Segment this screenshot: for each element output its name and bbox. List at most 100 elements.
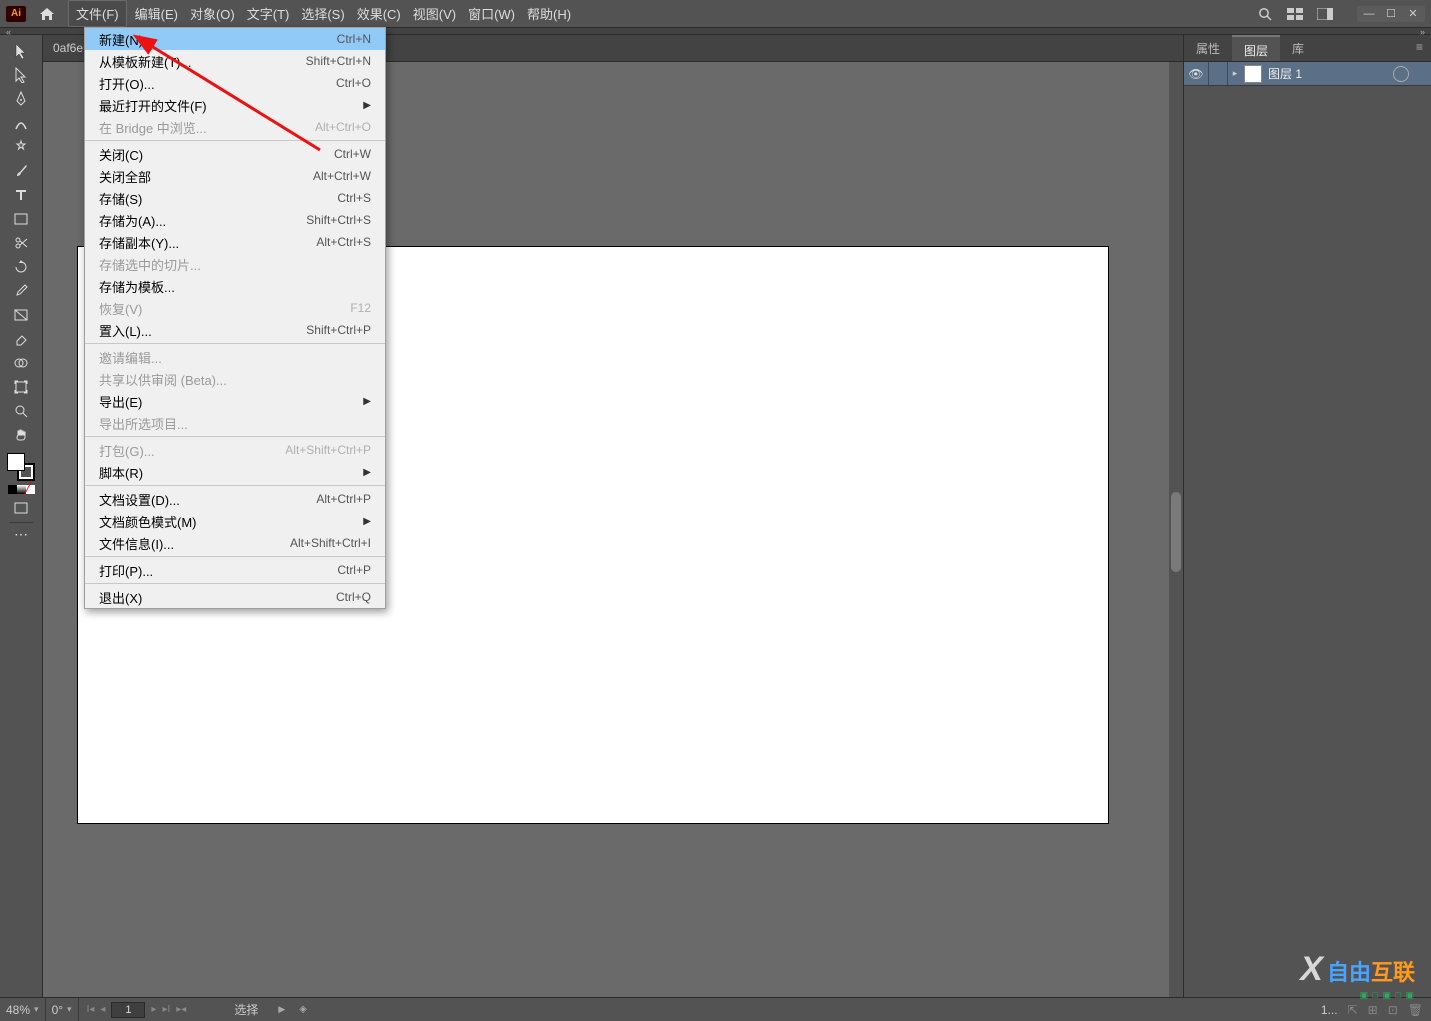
vertical-scrollbar[interactable] [1169,62,1183,997]
brush-tool[interactable] [9,161,33,181]
rotation-field[interactable]: 0°▾ [46,998,79,1021]
file-menu-item-8[interactable]: 存储(S)Ctrl+S [85,187,385,209]
file-menu-item-7[interactable]: 关闭全部Alt+Ctrl+W [85,165,385,187]
artboard-nav-button[interactable]: ▸◂ [176,1004,186,1015]
panel-menu-icon[interactable]: ≡ [1408,35,1431,61]
file-menu-item-6[interactable]: 关闭(C)Ctrl+W [85,143,385,165]
file-menu-item-10[interactable]: 存储副本(Y)...Alt+Ctrl+S [85,231,385,253]
menu-item-shortcut: Ctrl+S [337,191,371,205]
layer-name[interactable]: 图层 1 [1268,65,1393,82]
menu-separator [85,140,385,141]
artboard-number-input[interactable] [111,1002,145,1018]
hand-tool[interactable] [9,425,33,445]
status-bar: 48%▾ 0°▾ I◂ ◂ ▸ ▸I ▸◂ 选择 ▶ ◈ 1... ⇱ ⊞ ⊡ … [0,997,1431,1021]
artboard-tool[interactable] [9,377,33,397]
rotate-tool[interactable] [9,257,33,277]
file-menu-item-25[interactable]: 文档颜色模式(M)▶ [85,510,385,532]
menu-item-shortcut: Alt+Ctrl+W [313,169,371,183]
eyedropper-tool[interactable] [9,281,33,301]
shapebuilder-tool[interactable] [9,353,33,373]
menubar-item-2[interactable]: 对象(O) [186,0,239,27]
file-menu-item-22[interactable]: 脚本(R)▶ [85,461,385,483]
status-icon-1[interactable]: ⇱ [1348,1003,1358,1017]
menu-item-shortcut: Alt+Ctrl+S [316,235,371,249]
menubar-item-7[interactable]: 窗口(W) [464,0,519,27]
chevron-left-icon[interactable]: « [6,27,11,37]
minimize-button[interactable]: — [1359,7,1379,21]
status-triangle-icon[interactable]: ▶ [278,1004,285,1015]
menubar-item-8[interactable]: 帮助(H) [523,0,575,27]
file-menu-item-2[interactable]: 打开(O)...Ctrl+O [85,72,385,94]
magic-wand-tool[interactable] [9,137,33,157]
lock-column[interactable] [1208,62,1228,85]
home-icon[interactable] [36,5,58,23]
window-controls: — ☐ ✕ [1357,6,1425,22]
next-artboard-button[interactable]: ▸ [151,1004,156,1015]
direct-selection-tool[interactable] [9,65,33,85]
status-icon-3[interactable]: ⊡ [1388,1003,1398,1017]
file-menu-item-9[interactable]: 存储为(A)...Shift+Ctrl+S [85,209,385,231]
scissors-tool[interactable] [9,233,33,253]
screen-mode-tool[interactable] [9,498,33,518]
prev-artboard-button[interactable]: ◂ [100,1004,105,1015]
target-icon[interactable] [1393,66,1409,82]
normal-color-icon[interactable] [8,485,17,494]
fill-stroke-swatch[interactable] [7,453,35,481]
menu-item-label: 邀请编辑... [99,348,371,367]
panel-tab-2[interactable]: 库 [1280,35,1316,61]
file-menu-item-24[interactable]: 文档设置(D)...Alt+Ctrl+P [85,488,385,510]
menu-item-shortcut: Shift+Ctrl+S [306,213,371,227]
menu-item-label: 存储为模板... [99,277,371,296]
menu-item-label: 存储为(A)... [99,211,306,230]
menubar-item-5[interactable]: 效果(C) [353,0,405,27]
status-icon-2[interactable]: ⊞ [1368,1003,1378,1017]
panel-tab-1[interactable]: 图层 [1232,35,1280,61]
file-menu-item-28[interactable]: 打印(P)...Ctrl+P [85,559,385,581]
layer-row[interactable]: 👁 ▸ 图层 1 [1184,62,1431,86]
gradient-tool[interactable] [9,305,33,325]
expand-toggle-icon[interactable]: ▸ [1228,68,1242,79]
file-menu-item-18[interactable]: 导出(E)▶ [85,390,385,412]
close-window-button[interactable]: ✕ [1403,7,1423,21]
scrollbar-thumb[interactable] [1171,492,1181,572]
file-menu-item-0[interactable]: 新建(N)...Ctrl+N [85,28,385,50]
search-icon[interactable] [1257,6,1273,22]
arrange-icon[interactable] [1287,6,1303,22]
status-trash-icon[interactable]: 🗑 [1408,1003,1423,1017]
maximize-button[interactable]: ☐ [1381,7,1401,21]
zoom-tool[interactable] [9,401,33,421]
menubar-item-6[interactable]: 视图(V) [409,0,460,27]
file-menu-item-30[interactable]: 退出(X)Ctrl+Q [85,586,385,608]
file-menu-item-14[interactable]: 置入(L)...Shift+Ctrl+P [85,319,385,341]
submenu-arrow-icon: ▶ [363,396,371,407]
file-menu-item-13: 恢复(V)F12 [85,297,385,319]
left-toolbar: ╱ ⋯ [0,35,43,997]
menubar-item-1[interactable]: 编辑(E) [131,0,182,27]
menubar-item-0[interactable]: 文件(F) [68,0,127,27]
file-menu-item-3[interactable]: 最近打开的文件(F)▶ [85,94,385,116]
rectangle-tool[interactable] [9,209,33,229]
fill-swatch[interactable] [7,453,25,471]
workspace-icon[interactable] [1317,6,1333,22]
selection-tool[interactable] [9,41,33,61]
none-color-icon[interactable]: ╱ [26,485,35,494]
menu-separator [85,436,385,437]
type-tool[interactable] [9,185,33,205]
menubar-item-3[interactable]: 文字(T) [243,0,294,27]
status-diamond-icon[interactable]: ◈ [299,1004,307,1015]
file-menu-item-12[interactable]: 存储为模板... [85,275,385,297]
visibility-icon[interactable]: 👁 [1184,67,1208,81]
submenu-arrow-icon: ▶ [363,516,371,527]
first-artboard-button[interactable]: I◂ [87,1004,95,1015]
menubar-item-4[interactable]: 选择(S) [297,0,348,27]
eraser-tool[interactable] [9,329,33,349]
file-menu-item-26[interactable]: 文件信息(I)...Alt+Shift+Ctrl+I [85,532,385,554]
file-menu-item-1[interactable]: 从模板新建(T)...Shift+Ctrl+N [85,50,385,72]
pen-tool[interactable] [9,89,33,109]
panel-tab-0[interactable]: 属性 [1184,35,1232,61]
edit-toolbar-button[interactable]: ⋯ [9,522,33,542]
last-artboard-button[interactable]: ▸I [162,1004,170,1015]
zoom-field[interactable]: 48%▾ [0,998,46,1021]
menu-item-shortcut: Alt+Ctrl+O [315,120,371,134]
curvature-tool[interactable] [9,113,33,133]
